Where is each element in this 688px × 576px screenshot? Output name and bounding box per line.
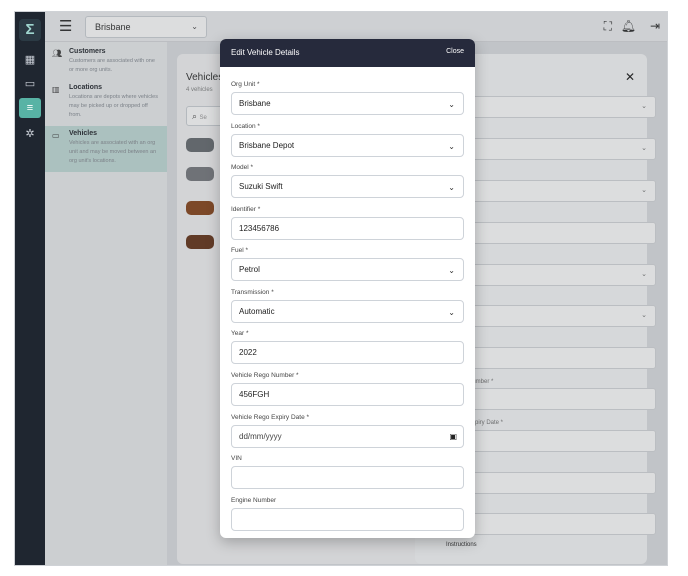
nav-rail: Σ ▦ ▭ ≡ ✲: [15, 12, 45, 565]
field-label: Identifier: [231, 206, 256, 213]
field-label: Year: [231, 330, 245, 337]
close-button[interactable]: Close: [446, 48, 464, 55]
edit-vehicle-modal: Edit Vehicle Details Close Org Unit * Br…: [220, 39, 475, 538]
calendar-icon[interactable]: ▣: [449, 426, 457, 447]
field-label: Vehicle Rego Number: [231, 372, 295, 379]
year-field: Year * 2022: [231, 329, 464, 364]
vin-field: VIN: [231, 454, 464, 489]
field-label: Fuel: [231, 247, 244, 254]
field-value: 2022: [239, 348, 257, 357]
rego-number-field: Vehicle Rego Number * 456FGH: [231, 371, 464, 406]
field-value: Petrol: [239, 265, 260, 274]
field-value: Suzuki Swift: [239, 182, 283, 191]
field-label: Location: [231, 123, 256, 130]
chevron-down-icon: ⌄: [448, 183, 455, 192]
location-select[interactable]: Brisbane Depot ⌄: [231, 134, 464, 157]
model-select[interactable]: Suzuki Swift ⌄: [231, 175, 464, 198]
transmission-select[interactable]: Automatic ⌄: [231, 300, 464, 323]
field-label: VIN: [231, 455, 242, 462]
chevron-down-icon: ⌄: [448, 100, 455, 109]
modal-title: Edit Vehicle Details: [231, 48, 300, 57]
chevron-down-icon: ⌄: [448, 266, 455, 275]
rego-number-input[interactable]: 456FGH: [231, 383, 464, 406]
field-value: 456FGH: [239, 390, 270, 399]
dashboard-icon[interactable]: ▦: [19, 50, 41, 70]
field-value: 123456786: [239, 224, 280, 233]
vin-input[interactable]: [231, 466, 464, 489]
field-value: dd/mm/yyyy: [239, 432, 282, 441]
model-field: Model * Suzuki Swift ⌄: [231, 163, 464, 198]
fuel-select[interactable]: Petrol ⌄: [231, 258, 464, 281]
field-label: Transmission: [231, 289, 270, 296]
fuel-field: Fuel * Petrol ⌄: [231, 246, 464, 281]
field-label: Model: [231, 164, 249, 171]
identifier-input[interactable]: 123456786: [231, 217, 464, 240]
engine-number-field: Engine Number: [231, 496, 464, 531]
field-value: Brisbane Depot: [239, 141, 295, 150]
chevron-down-icon: ⌄: [448, 308, 455, 317]
modal-header: Edit Vehicle Details Close: [220, 39, 475, 67]
year-input[interactable]: 2022: [231, 341, 464, 364]
chevron-down-icon: ⌄: [448, 142, 455, 151]
field-label: Org Unit: [231, 81, 256, 88]
org-unit-field: Org Unit * Brisbane ⌄: [231, 80, 464, 115]
app-logo[interactable]: Σ: [19, 19, 41, 41]
database-icon[interactable]: ≡: [19, 98, 41, 118]
engine-number-input[interactable]: [231, 508, 464, 531]
org-unit-select[interactable]: Brisbane ⌄: [231, 92, 464, 115]
field-label: Vehicle Rego Expiry Date: [231, 414, 305, 421]
gear-icon[interactable]: ✲: [19, 124, 41, 144]
rego-expiry-field: Vehicle Rego Expiry Date * dd/mm/yyyy ▣: [231, 413, 464, 448]
rego-expiry-date-input[interactable]: dd/mm/yyyy ▣: [231, 425, 464, 448]
field-value: Automatic: [239, 307, 275, 316]
location-field: Location * Brisbane Depot ⌄: [231, 122, 464, 157]
field-value: Brisbane: [239, 99, 271, 108]
identifier-field: Identifier * 123456786: [231, 205, 464, 240]
field-label: Engine Number: [231, 497, 277, 504]
car-icon[interactable]: ▭: [19, 74, 41, 94]
transmission-field: Transmission * Automatic ⌄: [231, 288, 464, 323]
